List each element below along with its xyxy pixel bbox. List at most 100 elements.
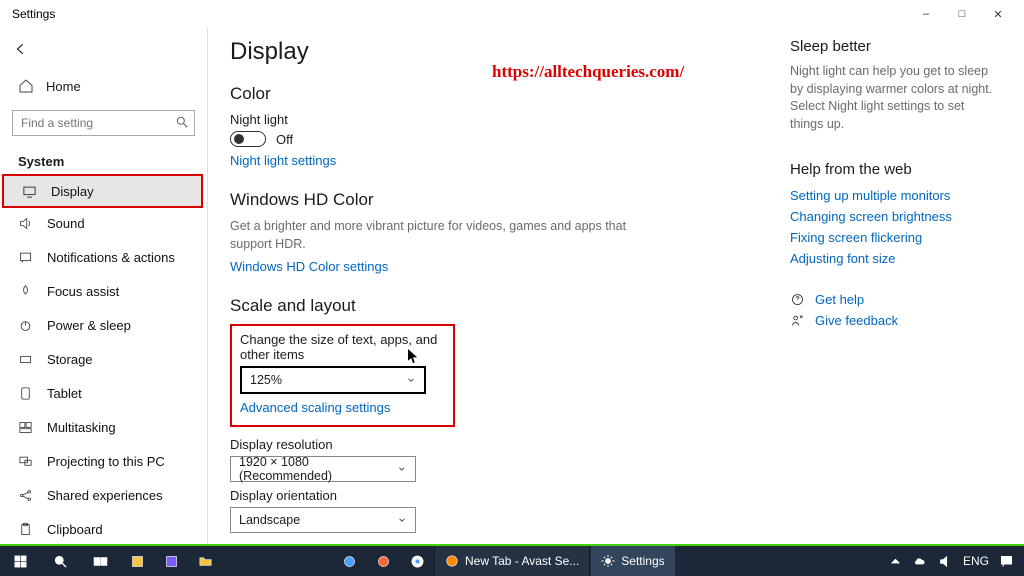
chevron-down-icon (397, 515, 407, 525)
orientation-dropdown[interactable]: Landscape (230, 507, 416, 533)
tab-label: Settings (621, 554, 664, 568)
focus-icon (18, 284, 33, 299)
sidebar-item-notifications[interactable]: Notifications & actions (0, 240, 207, 274)
back-button[interactable] (0, 34, 207, 64)
resolution-label: Display resolution (230, 437, 790, 452)
search-icon (175, 115, 189, 129)
content-area: Display Color Night light Off Night ligh… (208, 28, 1024, 544)
sidebar-item-storage[interactable]: Storage (0, 342, 207, 376)
window-title: Settings (12, 7, 55, 21)
get-help-link: Get help (815, 292, 864, 307)
sidebar-item-label: Shared experiences (47, 488, 163, 503)
web-help-links: Setting up multiple monitors Changing sc… (790, 188, 998, 266)
taskbar-app-2[interactable] (154, 554, 188, 569)
search-icon (53, 554, 68, 569)
sidebar-item-label: Sound (47, 216, 85, 231)
onedrive-icon[interactable] (913, 554, 928, 569)
chevron-down-icon (406, 375, 416, 385)
sidebar-item-shared[interactable]: Shared experiences (0, 478, 207, 512)
hd-description: Get a brighter and more vibrant picture … (230, 218, 630, 253)
chevron-down-icon (397, 464, 407, 474)
chevron-up-icon[interactable] (888, 554, 903, 569)
resolution-value: 1920 × 1080 (Recommended) (239, 455, 397, 483)
sidebar-item-home[interactable]: Home (0, 70, 207, 102)
taskbar-tab-browser[interactable]: New Tab - Avast Se... (434, 546, 590, 576)
web-help-heading: Help from the web (790, 161, 998, 178)
sidebar-item-label: Power & sleep (47, 318, 131, 333)
night-light-toggle[interactable]: Off (230, 131, 790, 147)
taskbar-app-explorer[interactable] (188, 554, 222, 569)
help-link-fontsize[interactable]: Adjusting font size (790, 251, 998, 266)
sidebar-item-label: Focus assist (47, 284, 119, 299)
sidebar: Home System Display Sound Notifications … (0, 28, 208, 544)
advanced-scaling-link[interactable]: Advanced scaling settings (240, 400, 445, 415)
sidebar-item-label: Projecting to this PC (47, 454, 165, 469)
tablet-icon (18, 386, 33, 401)
app-icon (342, 554, 357, 569)
task-view-button[interactable] (80, 546, 120, 576)
taskbar-app-4[interactable] (366, 554, 400, 569)
toggle-track (230, 131, 266, 147)
taskbar: New Tab - Avast Se... Settings ENG (0, 544, 1024, 576)
scale-value: 125% (250, 373, 282, 387)
feedback-row[interactable]: Give feedback (790, 313, 998, 328)
scale-highlight-box: Change the size of text, apps, and other… (230, 324, 455, 427)
get-help-row[interactable]: Get help (790, 292, 998, 307)
window-titlebar: Settings – □ ✕ (0, 0, 1024, 28)
sidebar-item-focus[interactable]: Focus assist (0, 274, 207, 308)
windows-icon (13, 554, 28, 569)
orientation-label: Display orientation (230, 488, 790, 503)
sidebar-item-label: Tablet (47, 386, 82, 401)
help-link-brightness[interactable]: Changing screen brightness (790, 209, 998, 224)
help-icon (790, 292, 805, 307)
toggle-state-text: Off (276, 132, 293, 147)
search-field-wrap (12, 110, 195, 136)
clipboard-icon (18, 522, 33, 537)
taskbar-app-3[interactable] (332, 554, 366, 569)
window-minimize-button[interactable]: – (908, 0, 944, 28)
sidebar-item-multitasking[interactable]: Multitasking (0, 410, 207, 444)
help-link-flicker[interactable]: Fixing screen flickering (790, 230, 998, 245)
sidebar-item-display[interactable]: Display (2, 174, 203, 208)
app-icon (130, 554, 145, 569)
tab-label: New Tab - Avast Se... (465, 554, 579, 568)
taskbar-tab-settings[interactable]: Settings (590, 546, 675, 576)
section-heading-color: Color (230, 84, 790, 104)
section-heading-scale: Scale and layout (230, 296, 790, 316)
browser-icon (445, 554, 459, 568)
sleep-heading: Sleep better (790, 38, 998, 55)
home-label: Home (46, 79, 81, 94)
back-arrow-icon (14, 42, 28, 56)
resolution-dropdown[interactable]: 1920 × 1080 (Recommended) (230, 456, 416, 482)
start-button[interactable] (0, 546, 40, 576)
volume-icon[interactable] (938, 554, 953, 569)
sidebar-item-power[interactable]: Power & sleep (0, 308, 207, 342)
taskbar-app-1[interactable] (120, 554, 154, 569)
notification-center-icon[interactable] (999, 554, 1014, 569)
window-close-button[interactable]: ✕ (980, 0, 1016, 28)
watermark-url: https://alltechqueries.com/ (492, 62, 684, 82)
section-heading-hd: Windows HD Color (230, 190, 790, 210)
scale-dropdown[interactable]: 125% (240, 366, 426, 394)
gear-icon (601, 554, 615, 568)
sidebar-item-clipboard[interactable]: Clipboard (0, 512, 207, 544)
taskbar-search-button[interactable] (40, 546, 80, 576)
sidebar-item-label: Display (51, 184, 94, 199)
window-maximize-button[interactable]: □ (944, 0, 980, 28)
sidebar-item-label: Clipboard (47, 522, 103, 537)
sidebar-section-header: System (0, 146, 207, 176)
search-input[interactable] (12, 110, 195, 136)
info-column: Sleep better Night light can help you ge… (790, 38, 1016, 544)
night-light-settings-link[interactable]: Night light settings (230, 153, 790, 168)
night-light-label: Night light (230, 112, 790, 127)
help-link-monitors[interactable]: Setting up multiple monitors (790, 188, 998, 203)
projecting-icon (18, 454, 33, 469)
hd-color-settings-link[interactable]: Windows HD Color settings (230, 259, 790, 274)
storage-icon (18, 352, 33, 367)
sidebar-item-tablet[interactable]: Tablet (0, 376, 207, 410)
tray-language[interactable]: ENG (963, 554, 989, 568)
sidebar-item-projecting[interactable]: Projecting to this PC (0, 444, 207, 478)
system-tray: ENG (878, 546, 1024, 576)
sidebar-item-sound[interactable]: Sound (0, 206, 207, 240)
taskbar-app-chrome[interactable] (400, 554, 434, 569)
